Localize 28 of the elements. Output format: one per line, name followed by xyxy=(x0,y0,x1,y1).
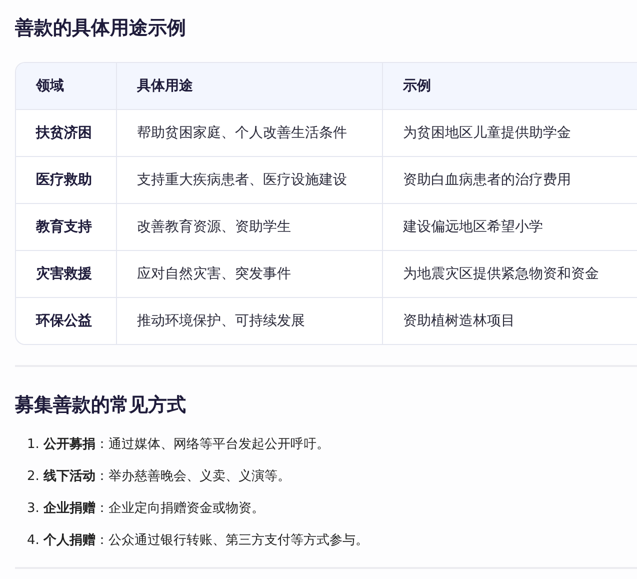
section-title: 善款的具体用途示例 xyxy=(15,16,186,41)
list-item: 公开募捐：通过媒体、网络等平台发起公开呼吁。 xyxy=(43,436,330,454)
list-number: 4. xyxy=(27,532,40,550)
table-cell-text: 建设偏远地区希望小学 xyxy=(403,218,543,236)
table-cell-text: 灾害救援 xyxy=(36,264,92,284)
table-cell-text: 应对自然灾害、突发事件 xyxy=(137,264,291,284)
list-number: 1. xyxy=(27,436,40,454)
table-cell-text: 环保公益 xyxy=(36,312,92,330)
column-header: 领域 xyxy=(36,76,64,96)
list-number: 2. xyxy=(27,468,40,486)
table-cell-text: 资助白血病患者的治疗费用 xyxy=(403,170,571,190)
table-cell-text: 为地震灾区提供紧急物资和资金 xyxy=(403,264,599,284)
table-cell-text: 教育支持 xyxy=(36,218,92,236)
table-cell-text: 资助植树造林项目 xyxy=(403,312,515,330)
table-cell-text: 为贫困地区儿童提供助学金 xyxy=(403,124,571,142)
list-item: 个人捐赠：公众通过银行转账、第三方支付等方式参与。 xyxy=(43,532,368,550)
table-cell-text: 支持重大疾病患者、医疗设施建设 xyxy=(137,170,347,190)
column-header: 具体用途 xyxy=(137,76,193,96)
list-number: 3. xyxy=(27,500,40,518)
table-cell-text: 帮助贫困家庭、个人改善生活条件 xyxy=(137,124,347,142)
list-item: 企业捐赠：企业定向捐赠资金或物资。 xyxy=(43,500,264,518)
section-title: 募集善款的常见方式 xyxy=(15,393,186,418)
table-cell-text: 扶贫济困 xyxy=(36,124,92,142)
list-item: 线下活动：举办慈善晚会、义卖、义演等。 xyxy=(43,468,290,486)
table-cell-text: 推动环境保护、可持续发展 xyxy=(137,312,305,330)
table-cell-text: 医疗救助 xyxy=(36,170,92,190)
column-header: 示例 xyxy=(403,76,431,96)
table-cell-text: 改善教育资源、资助学生 xyxy=(137,218,291,236)
